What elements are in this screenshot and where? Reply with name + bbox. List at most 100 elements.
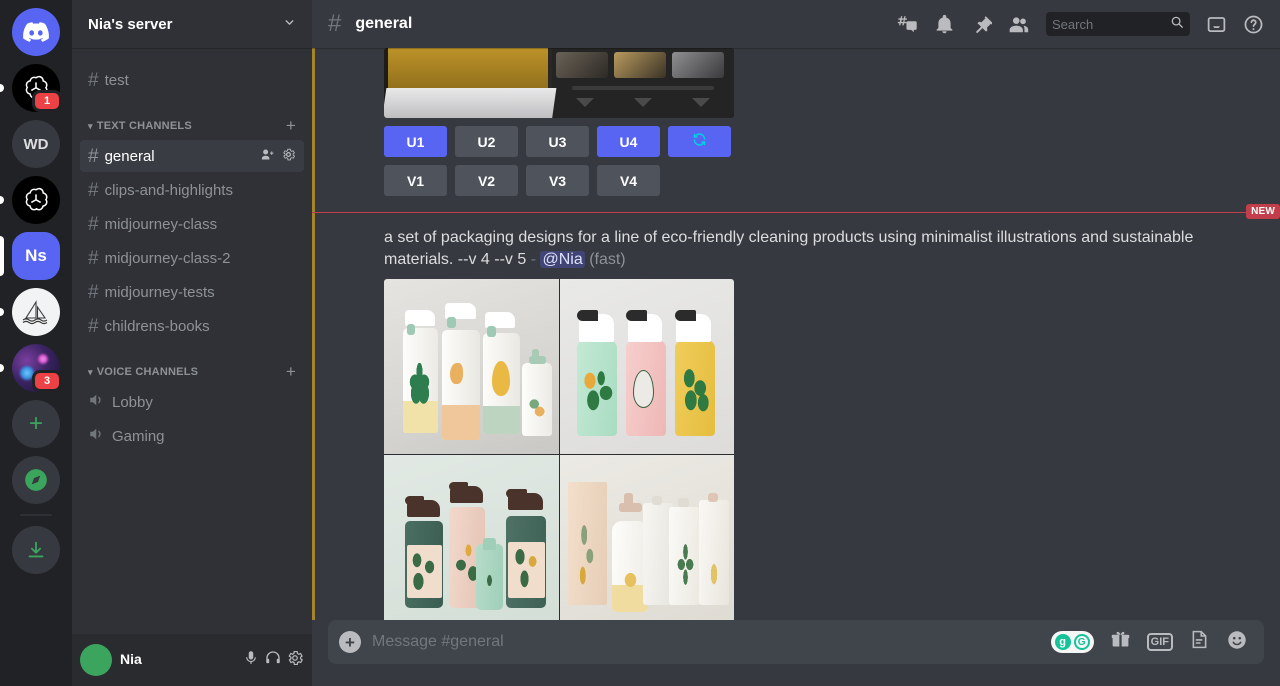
chevron-down-icon: ▾ — [88, 367, 93, 378]
u4-button[interactable]: U4 — [597, 126, 660, 157]
channel-item-midjourney-tests[interactable]: # midjourney-tests — [80, 276, 304, 308]
v1-button[interactable]: V1 — [384, 165, 447, 196]
channel-item-lobby[interactable]: Lobby — [80, 386, 304, 418]
category-voice-channels[interactable]: ▾ VOICE CHANNELS + — [72, 344, 312, 386]
grammarly-badge[interactable]: g G — [1051, 631, 1094, 653]
channel-item-test[interactable]: # test — [80, 64, 304, 96]
user-settings-gear-icon[interactable] — [286, 649, 304, 672]
channel-item-general[interactable]: # general — [80, 140, 304, 172]
sticker-icon[interactable] — [1189, 629, 1210, 655]
composer-area: + Message #general g G GIF — [312, 620, 1280, 686]
gif-icon[interactable]: GIF — [1147, 633, 1173, 651]
hash-icon: # — [88, 215, 99, 234]
channel-item-midjourney-class-2[interactable]: # midjourney-class-2 — [80, 242, 304, 274]
previous-upscale-button-row: U1 U2 U3 U4 — [328, 118, 1280, 157]
create-text-channel-button[interactable]: + — [286, 116, 304, 136]
speaker-icon — [88, 391, 106, 413]
reroll-button[interactable] — [668, 126, 731, 157]
grammarly-logo-icon: G — [1074, 634, 1090, 650]
help-icon[interactable] — [1243, 14, 1264, 35]
add-server-button[interactable]: + — [0, 400, 72, 448]
channel-label: childrens-books — [105, 318, 296, 335]
v4-button[interactable]: V4 — [597, 165, 660, 196]
create-invite-icon[interactable] — [260, 147, 275, 166]
main-content: # general Search — [312, 0, 1280, 686]
image-quadrant-3 — [384, 455, 559, 621]
channel-item-gaming[interactable]: Gaming — [80, 420, 304, 452]
prompt-separator: - — [531, 251, 536, 268]
create-voice-channel-button[interactable]: + — [286, 362, 304, 382]
channel-label: test — [105, 72, 296, 89]
v3-button[interactable]: V3 — [526, 165, 589, 196]
message-composer[interactable]: + Message #general g G GIF — [328, 620, 1264, 664]
channel-item-clips-and-highlights[interactable]: # clips-and-highlights — [80, 174, 304, 206]
unread-indicator — [0, 84, 4, 92]
mute-microphone-icon[interactable] — [242, 649, 260, 672]
pinned-messages-icon[interactable] — [971, 14, 992, 35]
message-item: a set of packaging designs for a line of… — [328, 213, 1280, 620]
unread-indicator — [0, 196, 4, 204]
channel-topbar: # general Search — [312, 0, 1280, 48]
category-label: VOICE CHANNELS — [97, 366, 198, 378]
edit-channel-gear-icon[interactable] — [281, 147, 296, 166]
server-icon-openai-2[interactable] — [0, 176, 72, 224]
previous-variation-button-row: V1 V2 V3 V4 — [328, 157, 1280, 196]
speaker-icon — [88, 425, 106, 447]
threads-icon[interactable] — [896, 13, 918, 35]
server-header-dropdown[interactable]: Nia's server — [72, 0, 312, 48]
server-icon-openai-1[interactable]: 1 — [0, 64, 72, 112]
search-icon — [1170, 15, 1184, 34]
upload-attachment-button[interactable]: + — [328, 620, 372, 664]
previous-message-image[interactable] — [384, 48, 734, 118]
channel-label: midjourney-class — [105, 216, 296, 233]
member-list-icon[interactable] — [1008, 13, 1030, 35]
notifications-bell-icon[interactable] — [934, 14, 955, 35]
grammarly-status-icon: g — [1055, 634, 1071, 650]
u1-button[interactable]: U1 — [384, 126, 447, 157]
search-input[interactable]: Search — [1046, 12, 1190, 36]
hash-icon: # — [88, 71, 99, 90]
plus-icon: + — [12, 400, 60, 448]
rail-divider — [20, 514, 52, 516]
message-input[interactable]: Message #general — [372, 633, 1051, 651]
category-text-channels[interactable]: ▾ TEXT CHANNELS + — [72, 98, 312, 140]
hash-icon: # — [88, 283, 99, 302]
emoji-icon[interactable] — [1226, 629, 1248, 656]
avatar[interactable] — [80, 644, 112, 676]
selected-indicator — [0, 236, 4, 276]
hash-icon: # — [88, 181, 99, 200]
user-mention[interactable]: @Nia — [540, 251, 584, 268]
gift-icon[interactable] — [1110, 629, 1131, 655]
u2-button[interactable]: U2 — [455, 126, 518, 157]
server-icon-nebula[interactable]: 3 — [0, 344, 72, 392]
channel-label: midjourney-tests — [105, 284, 296, 301]
refresh-icon — [692, 132, 707, 151]
server-icon-wd[interactable]: WD — [0, 120, 72, 168]
deafen-headphones-icon[interactable] — [264, 649, 282, 672]
channel-label: clips-and-highlights — [105, 182, 296, 199]
v2-button[interactable]: V2 — [455, 165, 518, 196]
server-icon-midjourney[interactable] — [0, 288, 72, 336]
image-quadrant-4 — [560, 455, 735, 621]
explore-servers-button[interactable] — [0, 456, 72, 504]
generated-image-grid[interactable] — [384, 279, 734, 620]
server-icon-nias-server[interactable]: Ns — [0, 232, 72, 280]
inbox-icon[interactable] — [1206, 14, 1227, 35]
message-list[interactable]: U1 U2 U3 U4 V1 — [312, 48, 1280, 620]
server-icon-discord-home[interactable] — [0, 8, 72, 56]
image-quadrant-1 — [384, 279, 559, 454]
new-badge: NEW — [1246, 204, 1280, 219]
prompt-text: a set of packaging designs for a line of… — [384, 229, 1193, 268]
channel-item-midjourney-class[interactable]: # midjourney-class — [80, 208, 304, 240]
channel-item-childrens-books[interactable]: # childrens-books — [80, 310, 304, 342]
hash-icon: # — [88, 249, 99, 268]
u3-button[interactable]: U3 — [526, 126, 589, 157]
compass-icon — [12, 456, 60, 504]
download-apps-button[interactable] — [0, 526, 72, 574]
discord-app-window: 1 WD Ns — [0, 0, 1280, 686]
hash-icon: # — [88, 317, 99, 336]
discord-logo-icon — [12, 8, 60, 56]
sailboat-icon — [12, 288, 60, 336]
channel-label: midjourney-class-2 — [105, 250, 296, 267]
image-quadrant-2 — [560, 279, 735, 454]
